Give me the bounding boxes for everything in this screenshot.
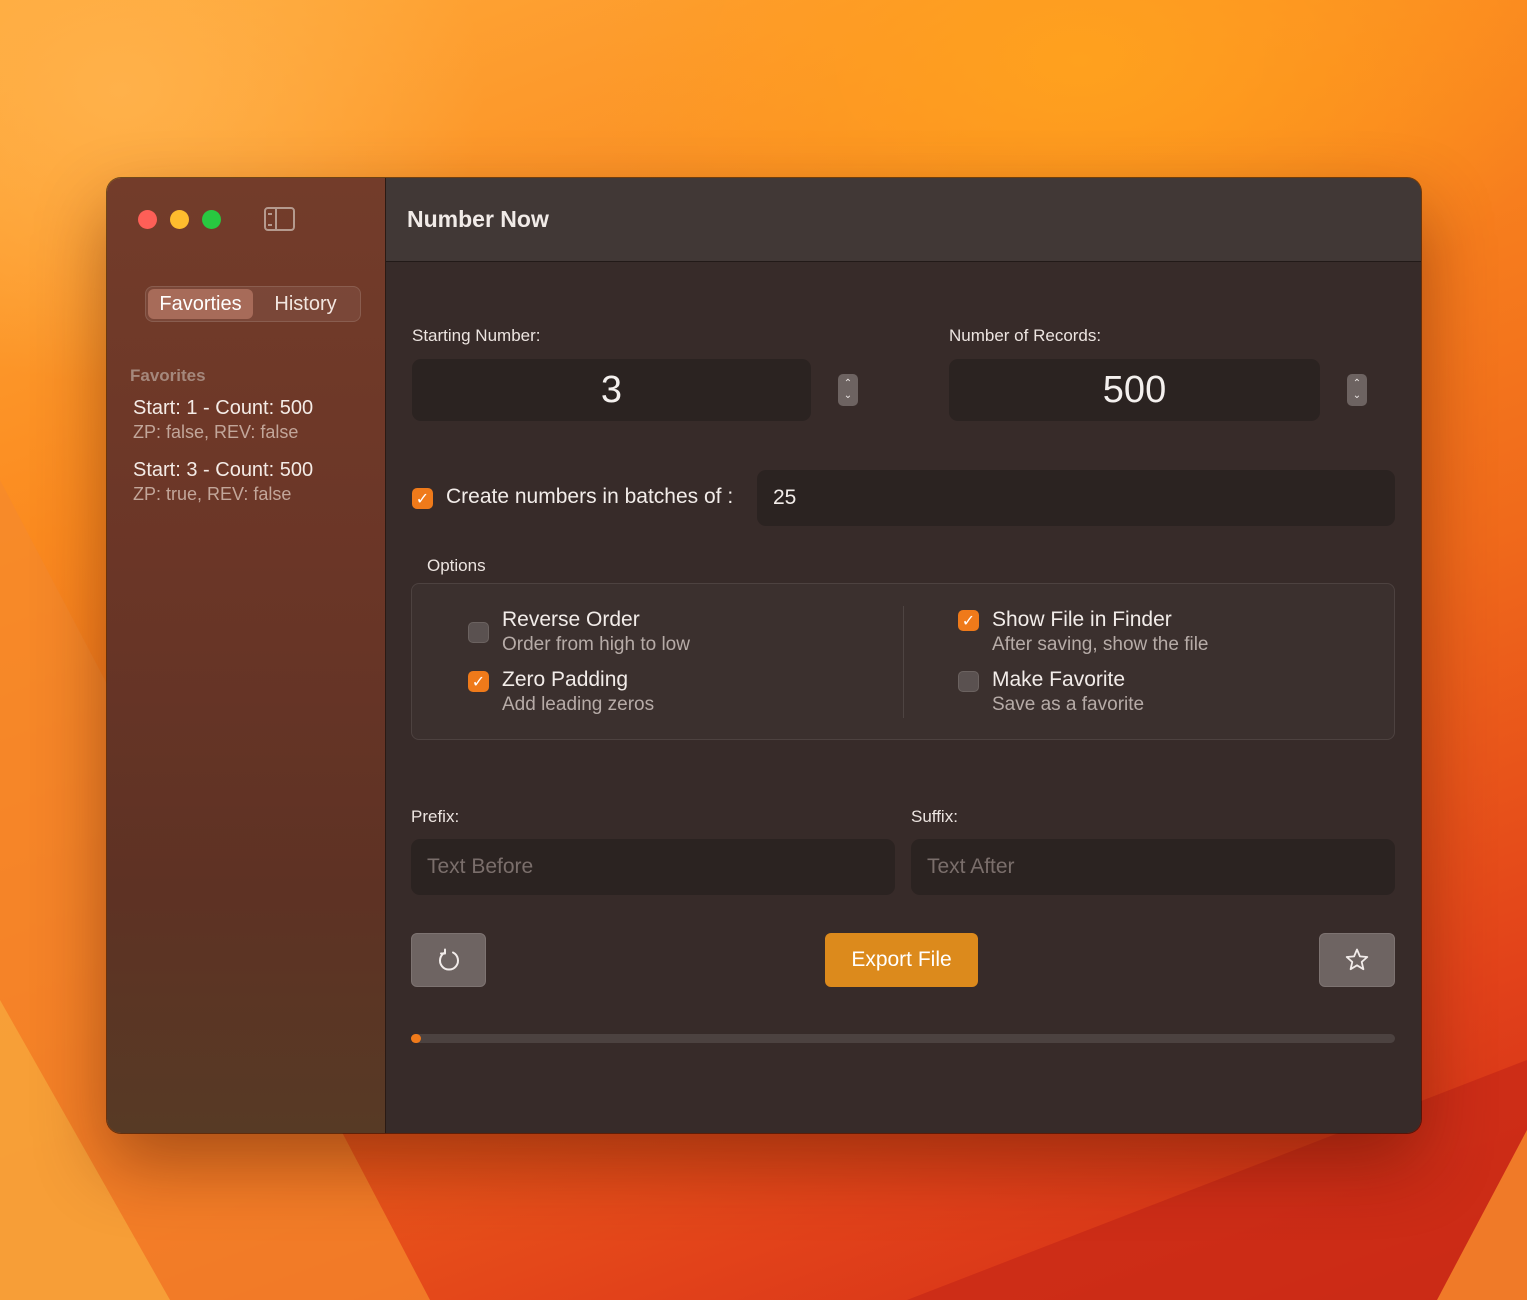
favorite-item-title: Start: 3 - Count: 500 bbox=[133, 459, 314, 481]
number-of-records-stepper[interactable]: ⌃ ⌄ bbox=[1347, 374, 1367, 406]
reset-icon bbox=[438, 948, 459, 971]
zero-padding-description: Add leading zeros bbox=[502, 694, 655, 715]
make-favorite-label: Make Favorite bbox=[992, 668, 1126, 691]
reset-button[interactable] bbox=[411, 933, 486, 987]
sidebar-section-title: Favorites bbox=[130, 366, 206, 385]
zoom-button[interactable] bbox=[202, 210, 221, 229]
sidebar-segmented-control: Favorties History bbox=[145, 286, 361, 322]
favorite-item[interactable]: Start: 1 - Count: 500 ZP: false, REV: fa… bbox=[133, 396, 313, 444]
chevron-up-icon[interactable]: ⌃ bbox=[844, 378, 852, 390]
favorite-item-subtitle: ZP: false, REV: false bbox=[133, 422, 299, 442]
wallpaper-shape bbox=[1437, 1130, 1527, 1300]
close-button[interactable] bbox=[138, 210, 157, 229]
segment-history[interactable]: History bbox=[253, 289, 358, 319]
options-divider bbox=[903, 606, 904, 718]
chevron-up-icon[interactable]: ⌃ bbox=[1353, 378, 1361, 390]
make-favorite-description: Save as a favorite bbox=[992, 694, 1145, 715]
chevron-down-icon[interactable]: ⌄ bbox=[1353, 390, 1361, 402]
title-bar: Number Now bbox=[386, 178, 1421, 262]
star-icon bbox=[1345, 948, 1369, 971]
batches-checkbox[interactable]: ✓ bbox=[412, 488, 433, 509]
favorite-button[interactable] bbox=[1319, 933, 1395, 987]
progress-fill bbox=[411, 1034, 421, 1043]
reverse-order-label: Reverse Order bbox=[502, 608, 640, 631]
show-in-finder-label: Show File in Finder bbox=[992, 608, 1172, 631]
prefix-label: Prefix: bbox=[411, 807, 460, 826]
options-group: Reverse Order Order from high to low ✓ Z… bbox=[411, 583, 1395, 740]
favorite-item-subtitle: ZP: true, REV: false bbox=[133, 484, 292, 504]
sidebar: Favorties History Favorites Start: 1 - C… bbox=[107, 178, 386, 1133]
number-of-records-field[interactable]: 500 bbox=[949, 359, 1320, 421]
zero-padding-checkbox[interactable]: ✓ bbox=[468, 671, 489, 692]
starting-number-label: Starting Number: bbox=[412, 326, 541, 345]
favorite-item[interactable]: Start: 3 - Count: 500 ZP: true, REV: fal… bbox=[133, 458, 313, 506]
minimize-button[interactable] bbox=[170, 210, 189, 229]
batches-label: Create numbers in batches of : bbox=[446, 485, 734, 508]
starting-number-field[interactable]: 3 bbox=[412, 359, 811, 421]
suffix-input[interactable]: Text After bbox=[911, 839, 1395, 895]
sidebar-toggle-icon[interactable] bbox=[264, 207, 295, 231]
suffix-label: Suffix: bbox=[911, 807, 958, 826]
make-favorite-checkbox[interactable] bbox=[958, 671, 979, 692]
zero-padding-label: Zero Padding bbox=[502, 668, 629, 691]
main-content: Number Now Starting Number: 3 ⌃ ⌄ Number… bbox=[386, 178, 1421, 1133]
prefix-input[interactable]: Text Before bbox=[411, 839, 895, 895]
chevron-down-icon[interactable]: ⌄ bbox=[844, 390, 852, 402]
window-controls bbox=[138, 210, 221, 229]
reverse-order-checkbox[interactable] bbox=[468, 622, 489, 643]
favorite-item-title: Start: 1 - Count: 500 bbox=[133, 397, 314, 419]
reverse-order-description: Order from high to low bbox=[502, 634, 690, 655]
segment-favorites[interactable]: Favorties bbox=[148, 289, 253, 319]
window-title: Number Now bbox=[407, 206, 549, 232]
progress-bar bbox=[411, 1034, 1395, 1043]
show-in-finder-description: After saving, show the file bbox=[992, 634, 1209, 655]
show-in-finder-checkbox[interactable]: ✓ bbox=[958, 610, 979, 631]
batch-size-field[interactable]: 25 bbox=[757, 470, 1395, 526]
app-window: Favorties History Favorites Start: 1 - C… bbox=[107, 178, 1421, 1133]
export-file-button[interactable]: Export File bbox=[825, 933, 978, 987]
number-of-records-label: Number of Records: bbox=[949, 326, 1102, 345]
starting-number-stepper[interactable]: ⌃ ⌄ bbox=[838, 374, 858, 406]
options-title: Options bbox=[427, 556, 486, 575]
